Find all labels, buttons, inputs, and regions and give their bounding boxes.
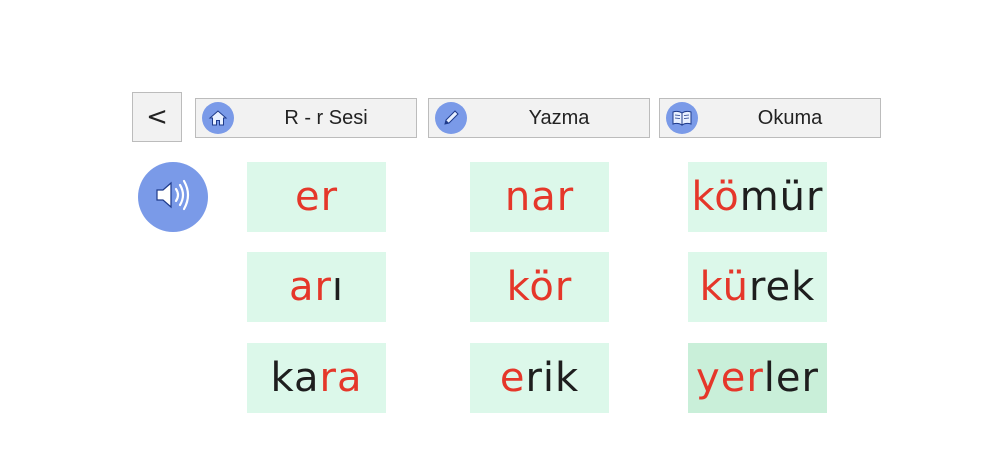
book-icon xyxy=(666,102,698,134)
word-card[interactable]: kör xyxy=(470,252,609,322)
word-card[interactable]: ka ra xyxy=(247,343,386,413)
read-button[interactable]: Okuma xyxy=(659,98,881,138)
word-segment: e xyxy=(499,355,526,401)
write-button[interactable]: Yazma xyxy=(428,98,650,138)
word-segment: ler xyxy=(763,355,819,401)
pencil-icon xyxy=(435,102,467,134)
read-button-label: Okuma xyxy=(757,106,823,129)
word-card[interactable]: yer ler xyxy=(688,343,827,413)
word-segment: rik xyxy=(525,355,580,401)
home-icon xyxy=(202,102,234,134)
word-segment: nar xyxy=(504,174,575,220)
word-segment: yer xyxy=(696,355,764,401)
word-segment: kör xyxy=(506,264,573,310)
word-segment: rek xyxy=(748,264,816,310)
write-button-label: Yazma xyxy=(528,106,590,129)
word-card[interactable]: nar xyxy=(470,162,609,232)
word-segment: er xyxy=(294,174,339,220)
word-card[interactable]: kö mür xyxy=(688,162,827,232)
word-card[interactable]: ar ı xyxy=(247,252,386,322)
word-segment: ka xyxy=(270,355,320,401)
word-segment: ı xyxy=(331,264,345,310)
word-segment: ra xyxy=(319,355,363,401)
word-card[interactable]: er xyxy=(247,162,386,232)
word-card[interactable]: kü rek xyxy=(688,252,827,322)
word-segment: kö xyxy=(691,174,740,220)
word-segment: ar xyxy=(288,264,332,310)
word-card[interactable]: e rik xyxy=(470,343,609,413)
word-segment: kü xyxy=(699,264,749,310)
home-button-label: R - r Sesi xyxy=(284,106,368,129)
home-button[interactable]: R - r Sesi xyxy=(195,98,417,138)
sound-button[interactable] xyxy=(138,162,208,232)
word-segment: mür xyxy=(739,174,824,220)
back-button[interactable]: < xyxy=(132,92,182,142)
speaker-icon xyxy=(151,175,195,219)
